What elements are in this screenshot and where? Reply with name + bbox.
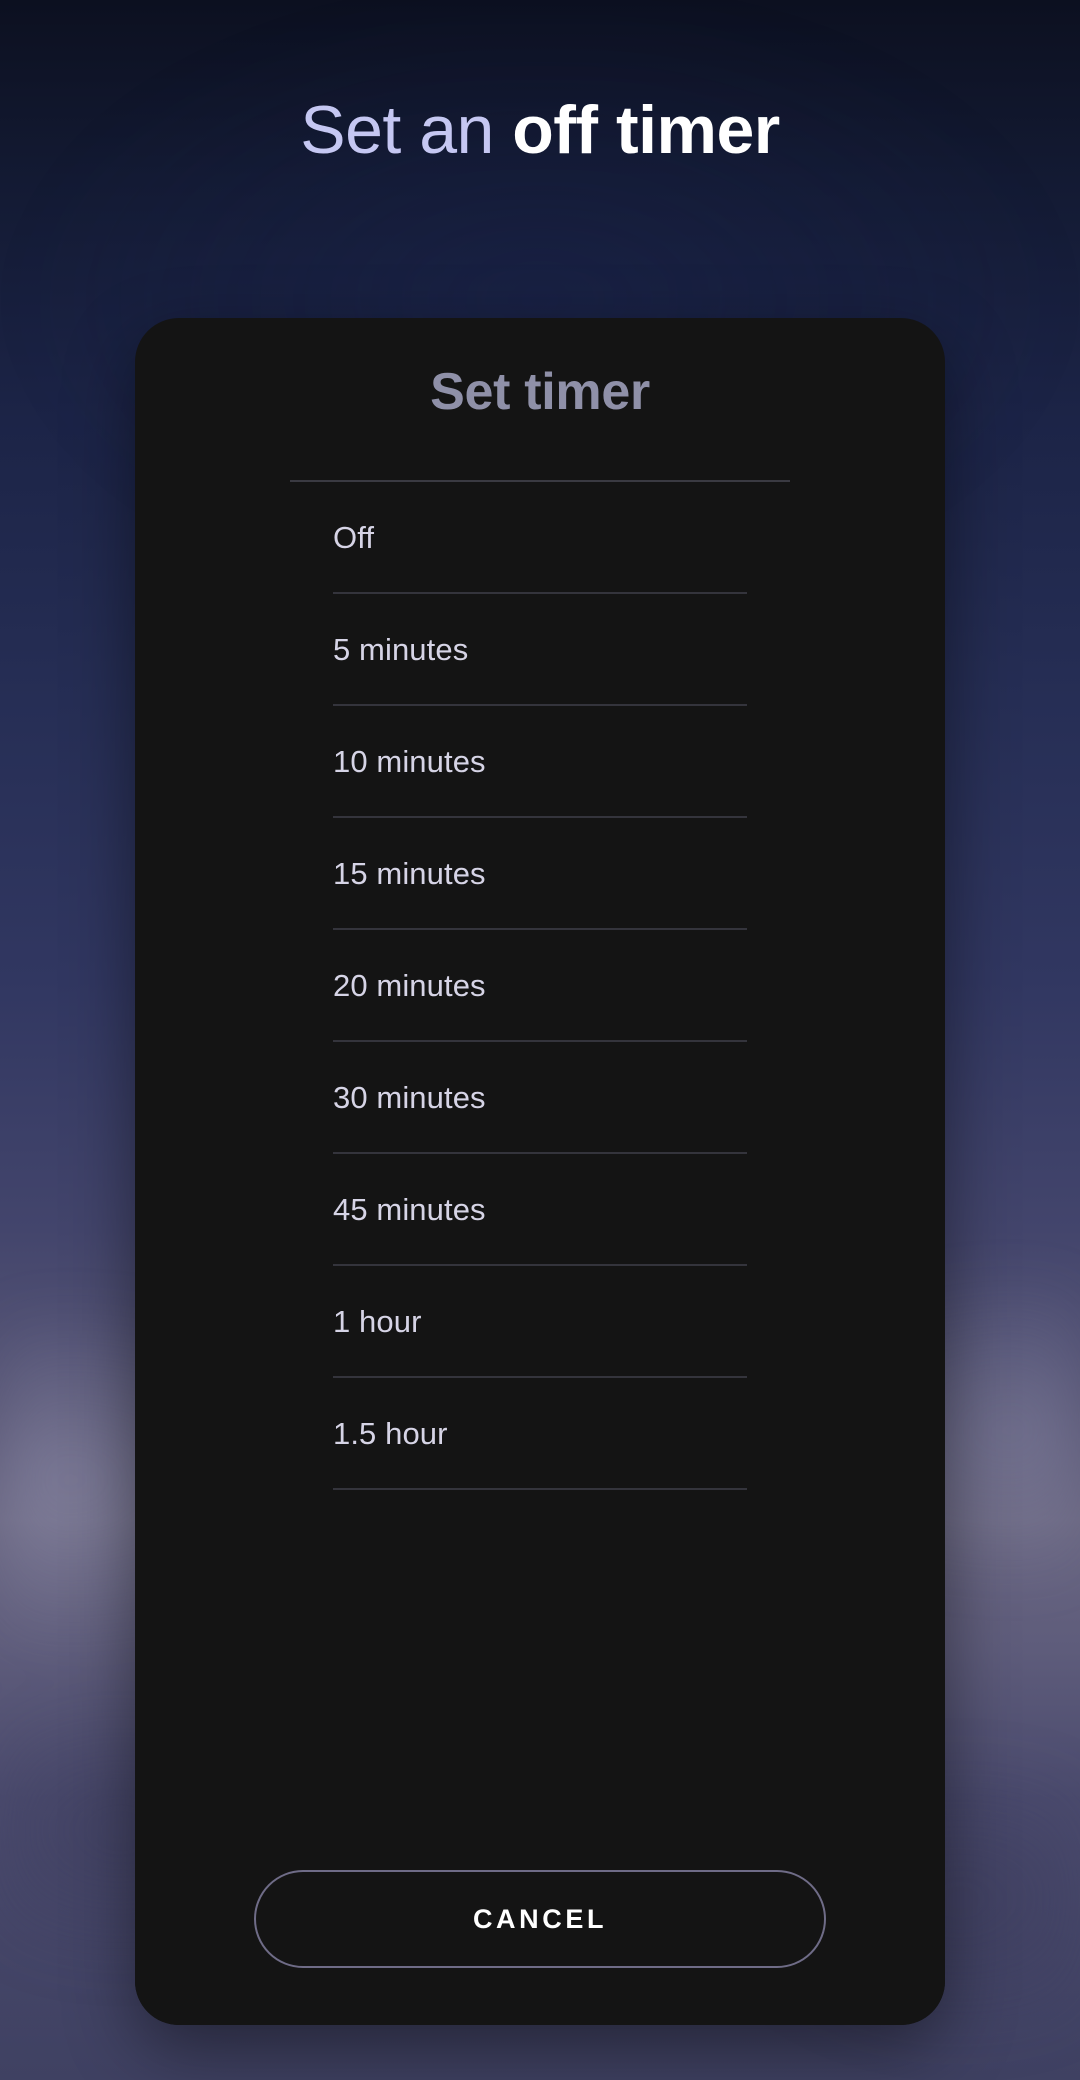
- timer-option-label: 15 minutes: [333, 856, 486, 891]
- timer-option-label: Off: [333, 520, 375, 555]
- cancel-button[interactable]: CANCEL: [254, 1870, 826, 1968]
- timer-option-list: Off 5 minutes 10 minutes 15 minutes 20 minut…: [135, 482, 945, 1490]
- timer-option-1h[interactable]: 1 hour: [333, 1266, 747, 1378]
- page-title-bold: off timer: [512, 92, 780, 168]
- timer-option-label: 5 minutes: [333, 632, 469, 667]
- timer-option-45m[interactable]: 45 minutes: [333, 1154, 747, 1266]
- timer-option-off[interactable]: Off: [333, 482, 747, 594]
- dialog-title: Set timer: [430, 363, 650, 421]
- page-title-thin: Set an: [300, 92, 513, 168]
- timer-option-5m[interactable]: 5 minutes: [333, 594, 747, 706]
- timer-option-label: 1 hour: [333, 1304, 422, 1339]
- timer-option-1.5h[interactable]: 1.5 hour: [333, 1378, 747, 1490]
- timer-option-label: 20 minutes: [333, 968, 486, 1003]
- timer-option-15m[interactable]: 15 minutes: [333, 818, 747, 930]
- timer-option-20m[interactable]: 20 minutes: [333, 930, 747, 1042]
- timer-option-label: 10 minutes: [333, 744, 486, 779]
- timer-option-30m[interactable]: 30 minutes: [333, 1042, 747, 1154]
- timer-option-10m[interactable]: 10 minutes: [333, 706, 747, 818]
- timer-option-label: 45 minutes: [333, 1192, 486, 1227]
- dialog-footer: CANCEL: [135, 1828, 945, 2025]
- page-title: Set an off timer: [0, 88, 1080, 172]
- set-timer-dialog: Set timer Off 5 minutes 10 minutes 15 minut…: [135, 318, 945, 2025]
- timer-option-label: 1.5 hour: [333, 1416, 448, 1451]
- timer-option-label: 30 minutes: [333, 1080, 486, 1115]
